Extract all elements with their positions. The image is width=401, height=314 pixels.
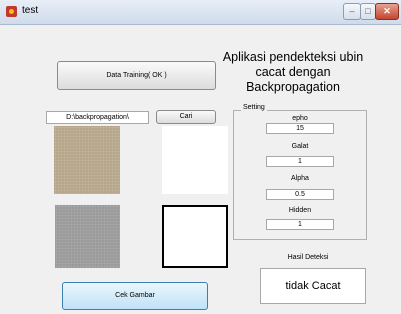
hidden-field[interactable]: 1 bbox=[266, 219, 334, 230]
app-heading-line-1: Aplikasi pendekteksi ubin bbox=[222, 50, 364, 64]
maximize-button[interactable]: □ bbox=[360, 3, 376, 20]
alpha-label: Alpha bbox=[291, 175, 309, 182]
app-icon bbox=[6, 6, 17, 17]
close-button[interactable]: ✕ bbox=[375, 3, 399, 20]
window-title: test bbox=[22, 5, 39, 16]
processed-image-panel bbox=[162, 126, 228, 194]
path-field[interactable]: D:\backpropagation\ bbox=[46, 111, 149, 124]
hasil-deteksi-value: tidak Cacat bbox=[260, 268, 366, 304]
epho-field[interactable]: 15 bbox=[266, 123, 334, 134]
hidden-label: Hidden bbox=[288, 207, 312, 214]
alpha-field[interactable]: 0.5 bbox=[266, 189, 334, 200]
setting-group-title: Setting bbox=[241, 104, 267, 111]
result-image-panel bbox=[162, 205, 228, 268]
galat-label: Galat bbox=[291, 143, 309, 150]
title-bar: test – □ ✕ bbox=[0, 0, 401, 25]
input-tile-image bbox=[54, 126, 120, 194]
app-heading-line-3: Backpropagation bbox=[246, 80, 340, 94]
data-training-button[interactable]: Data Training( OK ) bbox=[57, 61, 216, 90]
galat-field[interactable]: 1 bbox=[266, 156, 334, 167]
app-heading-line-2: cacat dengan bbox=[255, 65, 331, 79]
cek-gambar-button[interactable]: Cek Gambar bbox=[62, 282, 208, 310]
app-heading: Aplikasi pendekteksi ubin cacat dengan B… bbox=[218, 50, 368, 95]
epho-label: epho bbox=[292, 115, 308, 122]
application-window: test – □ ✕ Data Training( OK ) Aplikasi … bbox=[0, 0, 401, 314]
hasil-deteksi-label: Hasil Deteksi bbox=[287, 254, 329, 261]
minimize-button[interactable]: – bbox=[343, 3, 361, 20]
grayscale-image bbox=[55, 205, 120, 268]
cari-button[interactable]: Cari bbox=[156, 110, 216, 124]
